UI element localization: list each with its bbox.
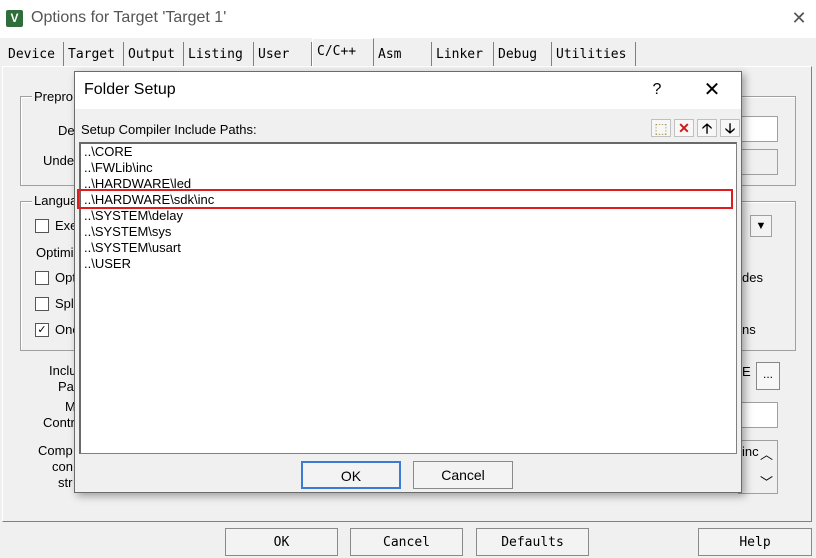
move-up-icon[interactable]: 🡡 [697,119,717,137]
right-fragment-e: E [742,364,751,379]
tab-listing[interactable]: Listing [184,42,254,66]
close-icon[interactable]: ✕ [790,8,808,28]
warnings-dropdown-arrow[interactable]: ▼ [750,215,772,237]
tab-linker[interactable]: Linker [432,42,494,66]
path-list-item[interactable]: ..\FWLib\inc [84,160,153,176]
main-title-bar: V Options for Target 'Target 1' ✕ [0,0,816,38]
keil-app-icon: V [6,10,23,27]
bottom-button-bar: OK Cancel Defaults Help [0,528,816,558]
help-icon[interactable]: ? [649,81,665,99]
preprocessor-group-label: Prepro [32,89,76,104]
tab-target[interactable]: Target [64,42,124,66]
misc-controls-label-2: Contr [43,415,75,430]
include-path-list[interactable]: ..\CORE ..\FWLib\inc ..\HARDWARE\led ..\… [77,142,737,454]
path-list-item[interactable]: ..\USER [84,256,131,272]
scroll-up-icon[interactable]: ︿ [760,444,773,463]
include-paths-label-1: Inclu [49,363,77,378]
folder-setup-dialog: Folder Setup ? ✕ Setup Compiler Include … [74,71,742,493]
undefine-input[interactable] [738,149,778,175]
right-fragment-inc: inc [742,444,759,459]
define-input[interactable] [738,116,778,142]
optimize-time-label: Opt [55,270,76,285]
path-list-item[interactable]: ..\SYSTEM\usart [84,240,181,256]
compiler-control-label-2: con [52,459,73,474]
define-label: De [58,123,75,138]
execute-only-checkbox[interactable] [35,219,49,233]
help-button[interactable]: Help [698,528,812,556]
include-paths-label-2: Pa [58,379,74,394]
tab-strip: Device Target Output Listing User C/C++ … [0,38,816,66]
include-paths-header-label: Setup Compiler Include Paths: [81,122,257,137]
tab-utilities[interactable]: Utilities [552,42,636,66]
tab-device[interactable]: Device [4,42,64,66]
delete-icon[interactable]: ✕ [674,119,694,137]
include-paths-header: Setup Compiler Include Paths: ⬚ ✕ 🡡 🡣 [79,119,740,139]
dialog-cancel-button[interactable]: Cancel [413,461,513,489]
tab-c-cpp[interactable]: C/C++ [312,38,374,66]
defaults-button[interactable]: Defaults [476,528,589,556]
compiler-control-label-1: Comp [38,443,73,458]
cancel-button[interactable]: Cancel [350,528,463,556]
ok-button[interactable]: OK [225,528,338,556]
optimization-label: Optimi [36,245,74,260]
language-group-label: Langua [32,193,80,208]
window-title: Options for Target 'Target 1' [31,9,227,26]
dialog-close-icon[interactable]: ✕ [703,79,721,101]
undefine-label: Unde [43,153,75,168]
misc-controls-input[interactable] [738,402,778,428]
scroll-down-icon[interactable]: ﹀ [760,472,773,491]
tab-debug[interactable]: Debug [494,42,552,66]
dialog-title: Folder Setup [84,81,176,98]
one-elf-checkbox[interactable]: ✓ [35,323,49,337]
dialog-title-bar: Folder Setup ? ✕ [75,72,741,109]
split-sections-label: Spl [55,296,74,311]
right-fragment-des: des [742,270,763,285]
compiler-control-label-3: str [58,475,73,490]
optimize-time-checkbox[interactable] [35,271,49,285]
new-folder-icon[interactable]: ⬚ [651,119,671,137]
include-paths-browse-button[interactable]: ... [756,362,780,390]
split-sections-checkbox[interactable] [35,297,49,311]
path-list-item[interactable]: ..\CORE [84,144,132,160]
move-down-icon[interactable]: 🡣 [720,119,740,137]
tab-output[interactable]: Output [124,42,184,66]
highlight-annotation-box [77,189,733,209]
tab-asm[interactable]: Asm [374,42,432,66]
right-fragment-ns: ns [742,322,756,337]
path-list-item[interactable]: ..\SYSTEM\sys [84,224,171,240]
dialog-ok-button[interactable]: OK [301,461,401,489]
path-list-item[interactable]: ..\SYSTEM\delay [84,208,183,224]
tab-user[interactable]: User [254,42,312,66]
